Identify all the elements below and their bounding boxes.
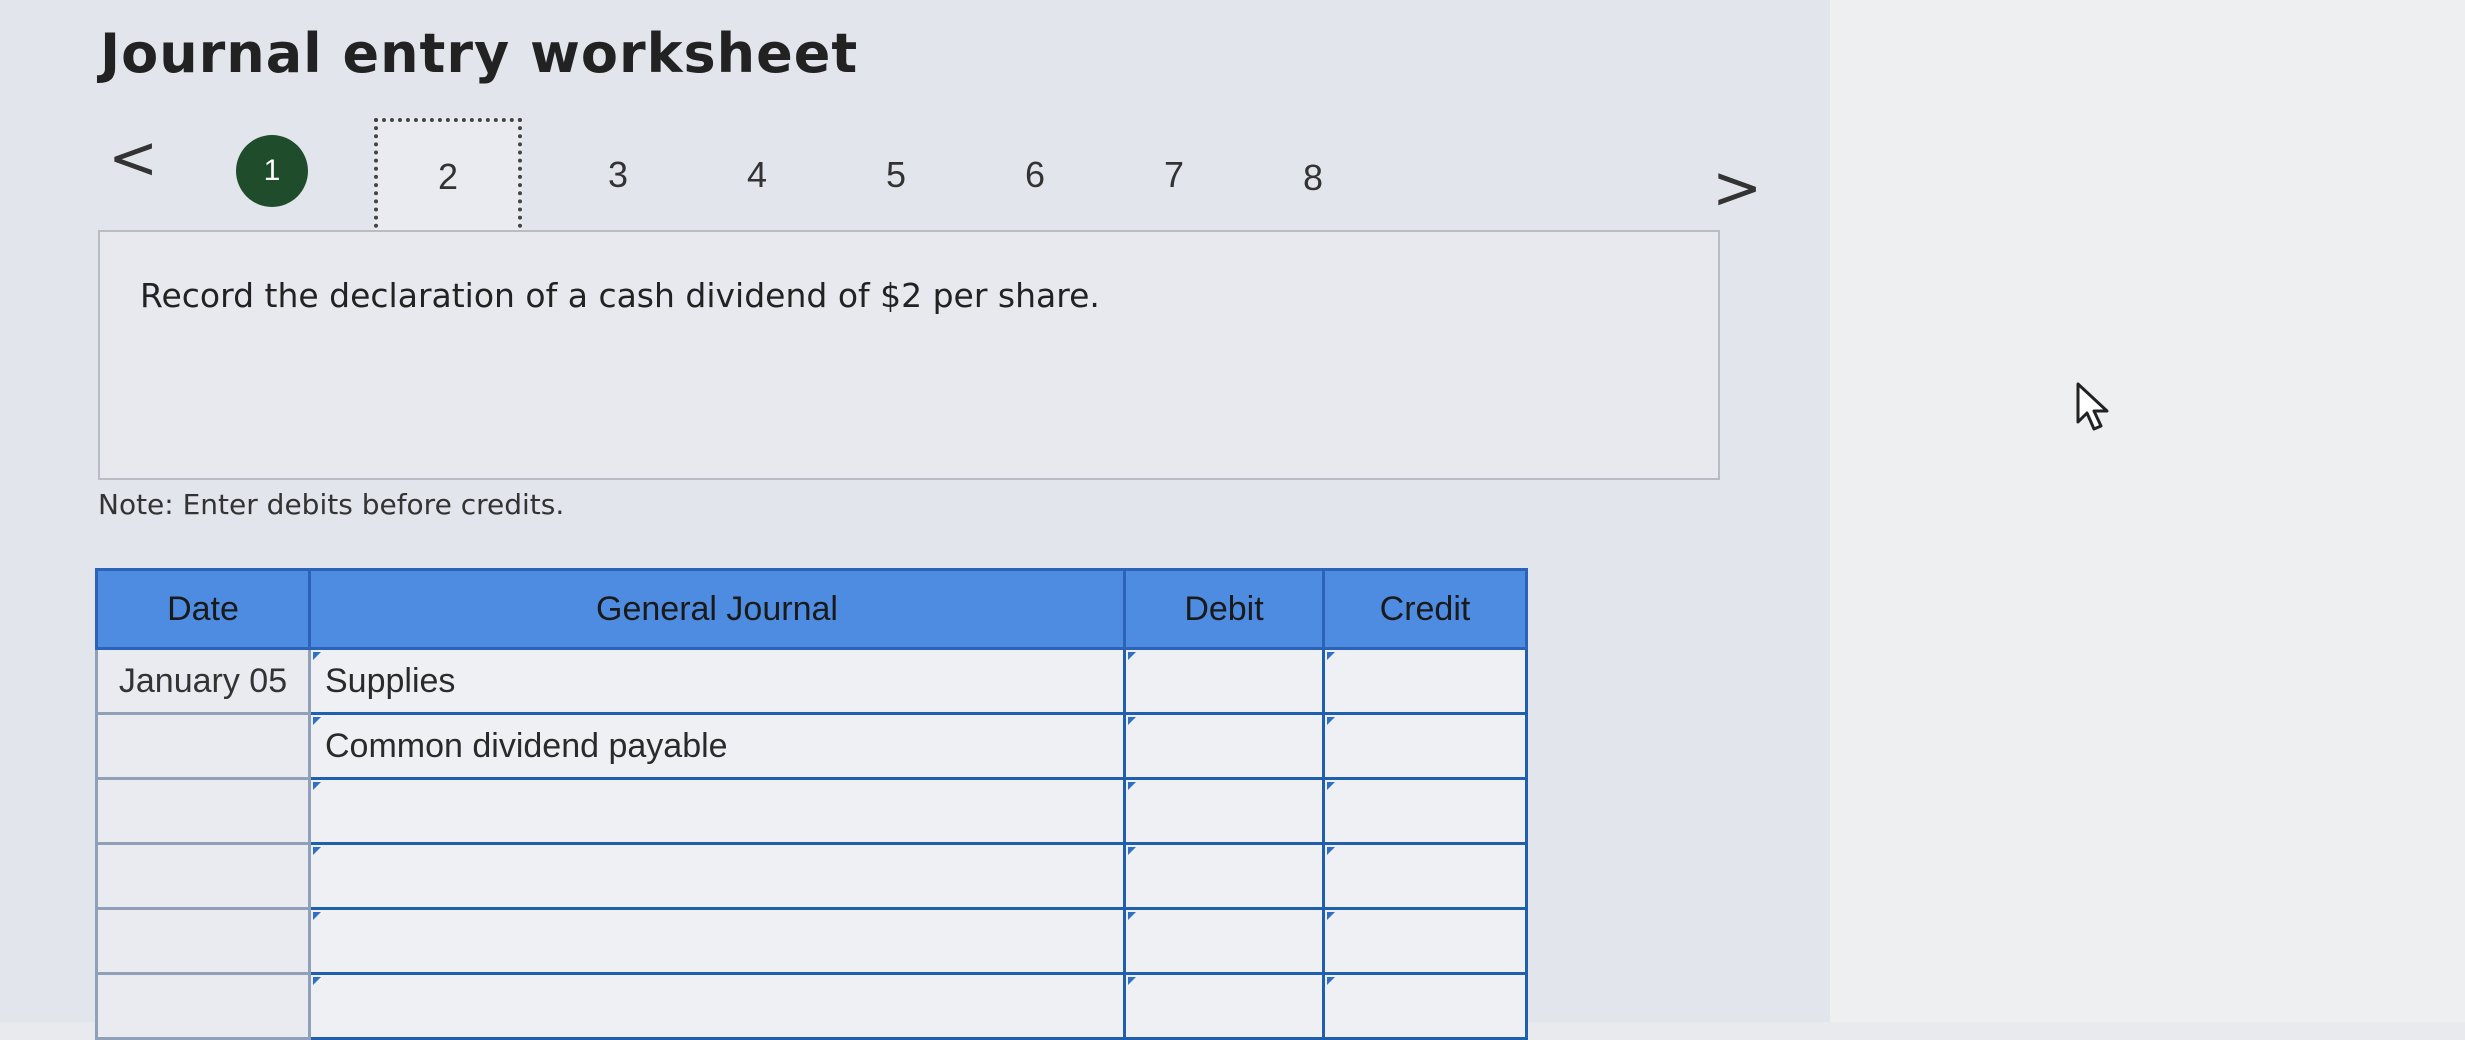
- header-credit: Credit: [1322, 568, 1528, 650]
- next-arrow-icon[interactable]: >: [1712, 158, 1762, 218]
- account-field[interactable]: [308, 972, 1126, 1040]
- account-field[interactable]: [308, 777, 1126, 845]
- table-row: [95, 842, 1528, 910]
- input-marker-icon: [1327, 912, 1335, 920]
- date-cell[interactable]: [95, 907, 311, 975]
- date-cell[interactable]: [95, 842, 311, 910]
- mouse-pointer-icon: [2076, 382, 2109, 431]
- step-7[interactable]: 7: [1164, 157, 1184, 193]
- previous-arrow-icon[interactable]: <: [108, 128, 158, 188]
- input-marker-icon: [1128, 717, 1136, 725]
- dropdown-marker-icon: [313, 782, 321, 790]
- blank-side-panel: [1830, 0, 2465, 1022]
- date-cell[interactable]: [95, 777, 311, 845]
- credit-field[interactable]: [1322, 712, 1528, 780]
- date-cell[interactable]: January 05: [95, 647, 311, 715]
- input-marker-icon: [1128, 652, 1136, 660]
- debit-field[interactable]: [1123, 842, 1325, 910]
- table-row: [95, 907, 1528, 975]
- step-8[interactable]: 8: [1303, 160, 1323, 196]
- credit-field[interactable]: [1322, 777, 1528, 845]
- instruction-text: Record the declaration of a cash dividen…: [140, 276, 1100, 315]
- dropdown-marker-icon: [313, 717, 321, 725]
- input-marker-icon: [1327, 782, 1335, 790]
- account-field[interactable]: [308, 907, 1126, 975]
- worksheet-screen: Journal entry worksheet < 1 2 3 4 5 6 7 …: [0, 0, 1830, 1040]
- debit-field[interactable]: [1123, 777, 1325, 845]
- step-1-completed[interactable]: 1: [236, 135, 308, 207]
- dropdown-marker-icon: [313, 977, 321, 985]
- input-marker-icon: [1128, 847, 1136, 855]
- step-3[interactable]: 3: [608, 157, 628, 193]
- account-value: Common dividend payable: [325, 726, 728, 765]
- table-row: January 05 Supplies: [95, 647, 1528, 715]
- header-date: Date: [95, 568, 311, 650]
- account-field[interactable]: [308, 842, 1126, 910]
- account-value: Supplies: [325, 661, 456, 700]
- debit-field[interactable]: [1123, 907, 1325, 975]
- table-row: Common dividend payable: [95, 712, 1528, 780]
- input-marker-icon: [1327, 977, 1335, 985]
- debit-field[interactable]: [1123, 972, 1325, 1040]
- credit-field[interactable]: [1322, 647, 1528, 715]
- account-field[interactable]: Supplies: [308, 647, 1126, 715]
- table-row: [95, 777, 1528, 845]
- debit-field[interactable]: [1123, 712, 1325, 780]
- header-debit: Debit: [1123, 568, 1325, 650]
- input-marker-icon: [1327, 847, 1335, 855]
- step-2-active[interactable]: 2: [374, 118, 522, 236]
- dropdown-marker-icon: [313, 652, 321, 660]
- input-marker-icon: [1128, 912, 1136, 920]
- account-field[interactable]: Common dividend payable: [308, 712, 1126, 780]
- credit-field[interactable]: [1322, 842, 1528, 910]
- input-marker-icon: [1327, 717, 1335, 725]
- journal-table: Date General Journal Debit Credit Januar…: [95, 568, 1528, 1040]
- table-header-row: Date General Journal Debit Credit: [95, 568, 1528, 650]
- step-5[interactable]: 5: [886, 157, 906, 193]
- input-marker-icon: [1128, 782, 1136, 790]
- date-cell[interactable]: [95, 712, 311, 780]
- dropdown-marker-icon: [313, 847, 321, 855]
- credit-field[interactable]: [1322, 907, 1528, 975]
- note-text: Note: Enter debits before credits.: [98, 488, 565, 521]
- header-general-journal: General Journal: [308, 568, 1126, 650]
- debit-field[interactable]: [1123, 647, 1325, 715]
- credit-field[interactable]: [1322, 972, 1528, 1040]
- date-cell[interactable]: [95, 972, 311, 1040]
- instruction-box: Record the declaration of a cash dividen…: [98, 230, 1720, 480]
- page-title: Journal entry worksheet: [100, 22, 859, 85]
- input-marker-icon: [1128, 977, 1136, 985]
- input-marker-icon: [1327, 652, 1335, 660]
- step-6[interactable]: 6: [1025, 157, 1045, 193]
- dropdown-marker-icon: [313, 912, 321, 920]
- step-4[interactable]: 4: [747, 157, 767, 193]
- table-row: [95, 972, 1528, 1040]
